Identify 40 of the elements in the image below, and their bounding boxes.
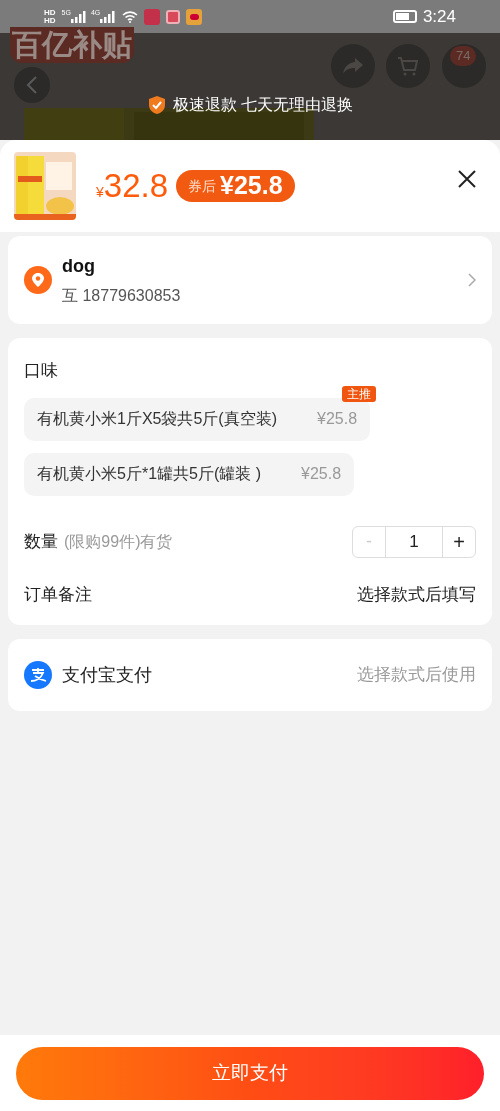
address-card[interactable]: dog 互 18779630853 (8, 236, 492, 324)
app-icon (144, 8, 161, 25)
signal-icon (70, 10, 87, 23)
quantity-field[interactable]: 1 (385, 526, 443, 557)
back-button[interactable] (14, 67, 50, 103)
network-label: HD (44, 8, 56, 17)
remark-value[interactable]: 选择款式后填写 (357, 581, 476, 607)
app-icon (166, 9, 181, 24)
flavor-option[interactable]: 有机黄小米5斤*1罐共5斤(罐装 ) ¥25.8 (24, 452, 355, 496)
phone-number: 互 18779630853 (62, 285, 181, 306)
share-icon (342, 57, 364, 75)
remark-label: 订单备注 (24, 583, 92, 606)
battery-icon (392, 10, 417, 23)
payment-method: 支付宝支付 (62, 663, 152, 687)
signal-icon (100, 10, 117, 23)
alipay-icon (24, 661, 52, 689)
logo: 百亿补贴 (10, 27, 134, 63)
close-icon[interactable] (458, 170, 476, 188)
guarantee-text: 极速退款 七天无理由退换 (172, 95, 354, 115)
network-label: HD (44, 16, 56, 25)
stock-note: (限购99件)有货 (64, 531, 173, 552)
shield-icon (146, 95, 167, 115)
price: ¥32.8 (96, 166, 169, 207)
quantity-label: 数量 (24, 530, 58, 553)
share-button[interactable] (331, 44, 375, 88)
chevron-icon (468, 273, 476, 287)
clock: 3:24 (422, 5, 456, 28)
count-badge: 74 (450, 46, 477, 66)
cart-button[interactable] (386, 44, 430, 88)
payment-hint: 选择款式后使用 (357, 664, 476, 687)
recommend-badge: 主推 (342, 385, 377, 402)
location-icon (24, 266, 52, 294)
increase-button[interactable]: + (443, 526, 475, 557)
coupon-price-badge: 券后 ¥25.8 (176, 170, 295, 202)
wifi-icon (122, 10, 139, 23)
back-icon (26, 76, 38, 94)
recipient-name: dog (62, 254, 96, 278)
section-title: 口味 (24, 360, 59, 382)
payment-card[interactable]: 支付宝支付 选择款式后使用 (8, 639, 492, 711)
cart-icon (397, 56, 419, 76)
